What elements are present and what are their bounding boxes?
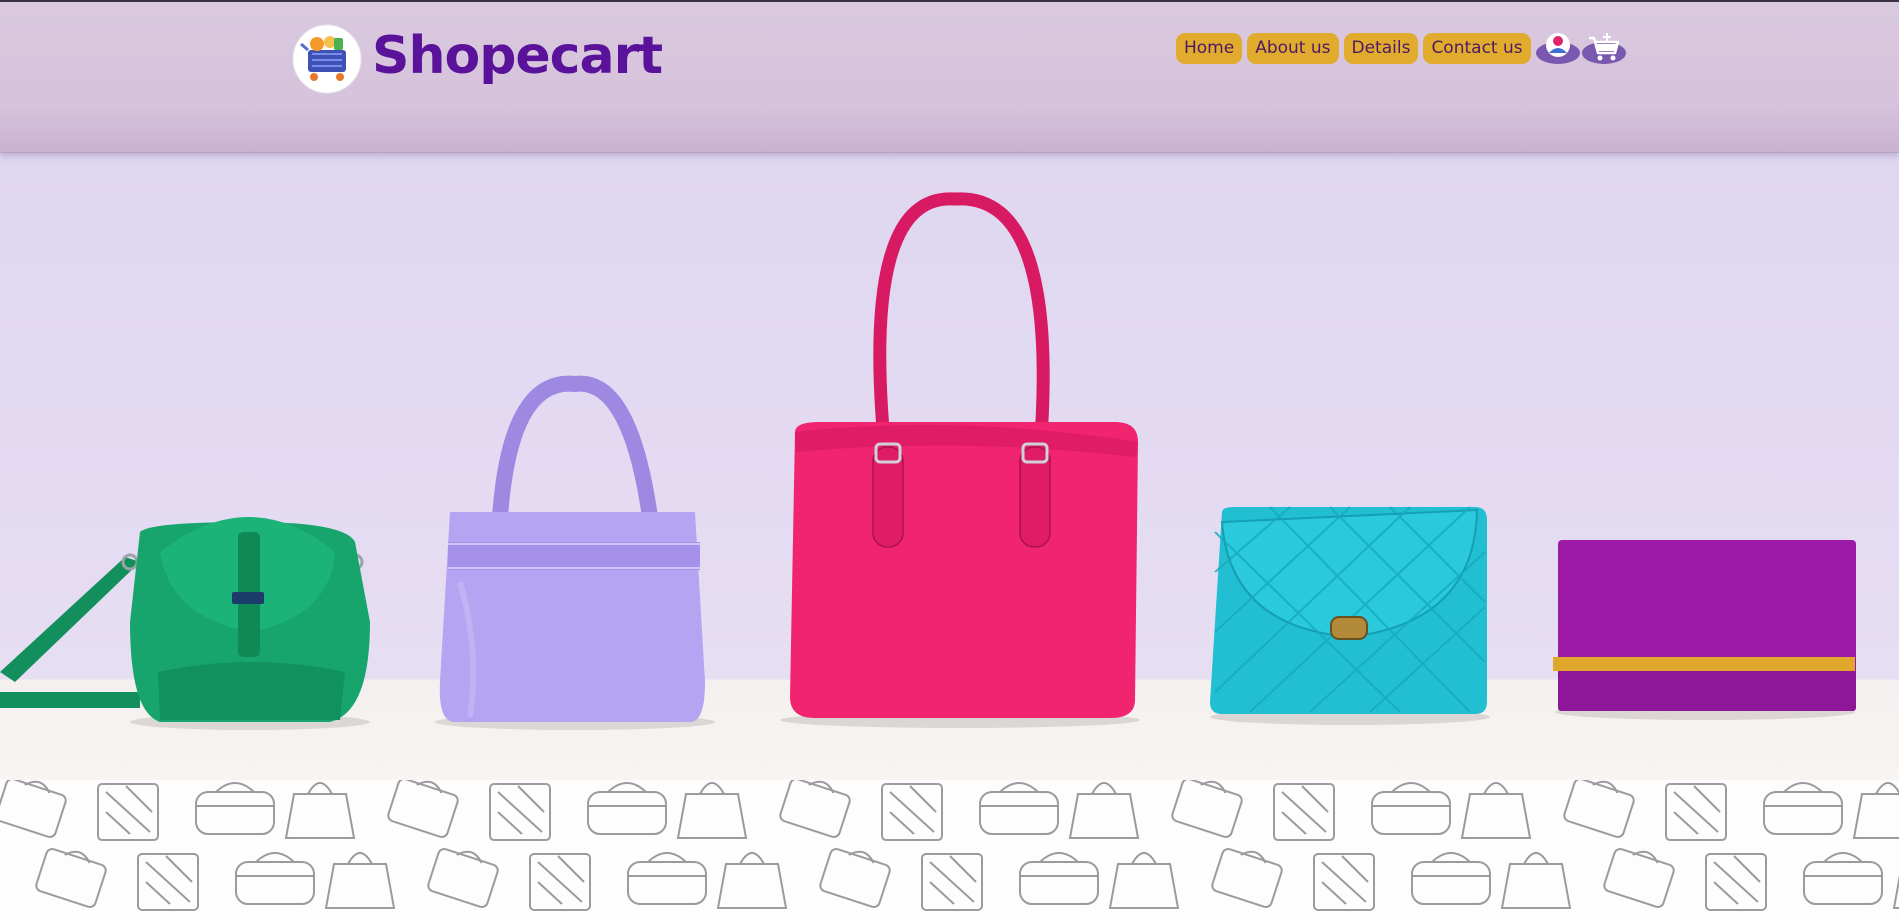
- teal-handbag: [1210, 506, 1487, 714]
- handbags-image: [0, 192, 1856, 730]
- site-header: Shopecart Home About us Details Contact …: [0, 2, 1899, 153]
- lavender-handbag: [439, 375, 705, 722]
- cart-logo-icon[interactable]: [292, 24, 362, 94]
- user-icon[interactable]: [1535, 31, 1581, 65]
- bag-outline-pattern: [0, 778, 1899, 911]
- cart-icon[interactable]: [1581, 31, 1626, 65]
- nav-contact-us[interactable]: Contact us: [1423, 32, 1531, 64]
- nav-about-us[interactable]: About us: [1247, 32, 1339, 64]
- bag-pattern-strip: [0, 778, 1899, 918]
- nav-home[interactable]: Home: [1176, 32, 1243, 64]
- main-nav: Home About us Details Contact us: [1176, 31, 1626, 65]
- brand-name[interactable]: Shopecart: [372, 26, 663, 86]
- green-handbag: [0, 517, 370, 722]
- nav-details[interactable]: Details: [1343, 32, 1419, 64]
- purple-clutch: [1553, 540, 1856, 711]
- pink-handbag: [790, 192, 1138, 718]
- hero-banner: [0, 152, 1899, 780]
